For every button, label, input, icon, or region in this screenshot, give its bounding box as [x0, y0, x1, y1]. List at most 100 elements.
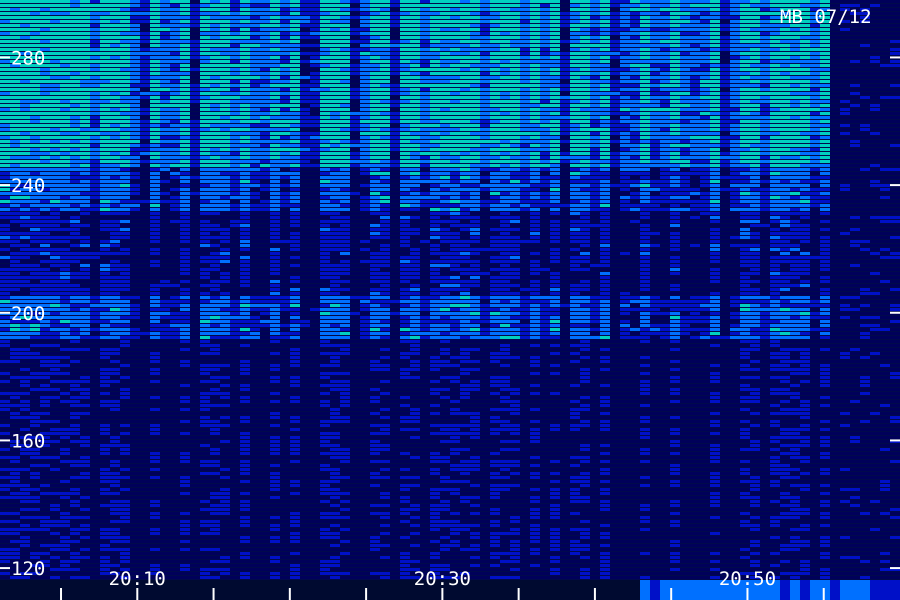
heatmap-cell: [670, 216, 680, 219]
heatmap-cell: [80, 140, 90, 143]
heatmap-cell: [520, 168, 530, 171]
heatmap-cell: [500, 204, 510, 207]
heatmap-cell: [60, 124, 70, 127]
heatmap-cell: [310, 0, 320, 3]
heatmap-cell: [250, 200, 260, 203]
heatmap-cell: [140, 36, 150, 39]
heatmap-cell: [260, 140, 270, 143]
heatmap-cell: [570, 76, 580, 79]
heatmap-cell: [30, 200, 40, 203]
heatmap-cell: [590, 200, 600, 203]
heatmap-cell: [30, 140, 40, 143]
heatmap-cell: [200, 172, 210, 175]
heatmap-cell: [290, 64, 300, 67]
heatmap-cell: [560, 60, 570, 63]
heatmap-cell: [790, 152, 800, 155]
heatmap-cell: [490, 148, 500, 151]
heatmap-cell: [450, 76, 460, 79]
heatmap-cell: [310, 104, 320, 107]
heatmap-cell: [630, 152, 640, 155]
heatmap-cell: [130, 12, 140, 15]
heatmap-cell: [600, 52, 610, 55]
heatmap-cell: [820, 124, 830, 127]
heatmap-cell: [860, 28, 870, 31]
heatmap-cell: [480, 0, 490, 3]
heatmap-cell: [230, 28, 240, 31]
heatmap-cell: [30, 100, 40, 103]
heatmap-cell: [880, 212, 890, 215]
heatmap-cell: [640, 180, 650, 183]
heatmap-cell: [320, 128, 330, 131]
heatmap-cell: [300, 160, 310, 163]
heatmap-cell: [580, 148, 590, 151]
heatmap-cell: [310, 24, 320, 27]
heatmap-cell: [180, 184, 190, 187]
heatmap-cell: [790, 36, 800, 39]
heatmap-cell: [760, 164, 770, 167]
heatmap-cell: [170, 48, 180, 51]
heatmap-cell: [10, 204, 20, 207]
heatmap-cell: [180, 176, 190, 179]
heatmap-cell: [130, 100, 140, 103]
heatmap-cell: [660, 16, 670, 19]
heatmap-cell: [340, 0, 350, 3]
heatmap-cell: [730, 88, 740, 91]
heatmap-cell: [700, 156, 710, 159]
heatmap-cell: [400, 128, 410, 131]
heatmap-cell: [390, 40, 400, 43]
heatmap-cell: [30, 160, 40, 163]
heatmap-cell: [650, 24, 660, 27]
heatmap-cell: [220, 132, 230, 135]
heatmap-cell: [80, 124, 90, 127]
heatmap-cell: [410, 200, 420, 203]
heatmap-cell: [640, 104, 650, 107]
heatmap-cell: [190, 132, 200, 135]
heatmap-cell: [500, 196, 510, 199]
heatmap-cell: [370, 172, 380, 175]
heatmap-cell: [300, 64, 310, 67]
heatmap-cell: [50, 40, 60, 43]
heatmap-cell: [750, 144, 760, 147]
heatmap-cell: [480, 180, 490, 183]
heatmap-cell: [10, 148, 20, 151]
heatmap-cell: [740, 132, 750, 135]
heatmap-cell: [670, 56, 680, 59]
heatmap-cell: [720, 28, 730, 31]
heatmap-cell: [480, 16, 490, 19]
heatmap-cell: [120, 16, 130, 19]
heatmap-cell: [100, 60, 110, 63]
heatmap-cell: [750, 176, 760, 179]
heatmap-cell: [230, 168, 240, 171]
heatmap-cell: [850, 124, 860, 127]
heatmap-cell: [140, 24, 150, 27]
heatmap-cell: [640, 200, 650, 203]
heatmap-cell: [800, 188, 810, 191]
heatmap-cell: [510, 28, 520, 31]
heatmap-cell: [90, 104, 100, 107]
heatmap-cell: [350, 104, 360, 107]
heatmap-cell: [890, 52, 900, 55]
heatmap-cell: [300, 80, 310, 83]
heatmap-cell: [730, 212, 740, 215]
heatmap-cell: [320, 64, 330, 67]
heatmap-cell: [400, 120, 410, 123]
heatmap-cell: [880, 88, 890, 91]
heatmap-cell: [500, 164, 510, 167]
heatmap-cell: [40, 136, 50, 139]
heatmap-cell: [120, 68, 130, 71]
heatmap-cell: [140, 32, 150, 35]
heatmap-cell: [730, 92, 740, 95]
heatmap-cell: [170, 144, 180, 147]
heatmap-cell: [820, 200, 830, 203]
heatmap-cell: [840, 44, 850, 47]
heatmap-cell: [470, 100, 480, 103]
heatmap-cell: [10, 156, 20, 159]
heatmap-cell: [470, 152, 480, 155]
heatmap-cell: [880, 164, 890, 167]
heatmap-cell: [600, 216, 610, 219]
heatmap-cell: [390, 128, 400, 131]
heatmap-cell: [780, 28, 790, 31]
heatmap-cell: [780, 48, 790, 51]
heatmap-cell: [20, 124, 30, 127]
heatmap-cell: [220, 52, 230, 55]
